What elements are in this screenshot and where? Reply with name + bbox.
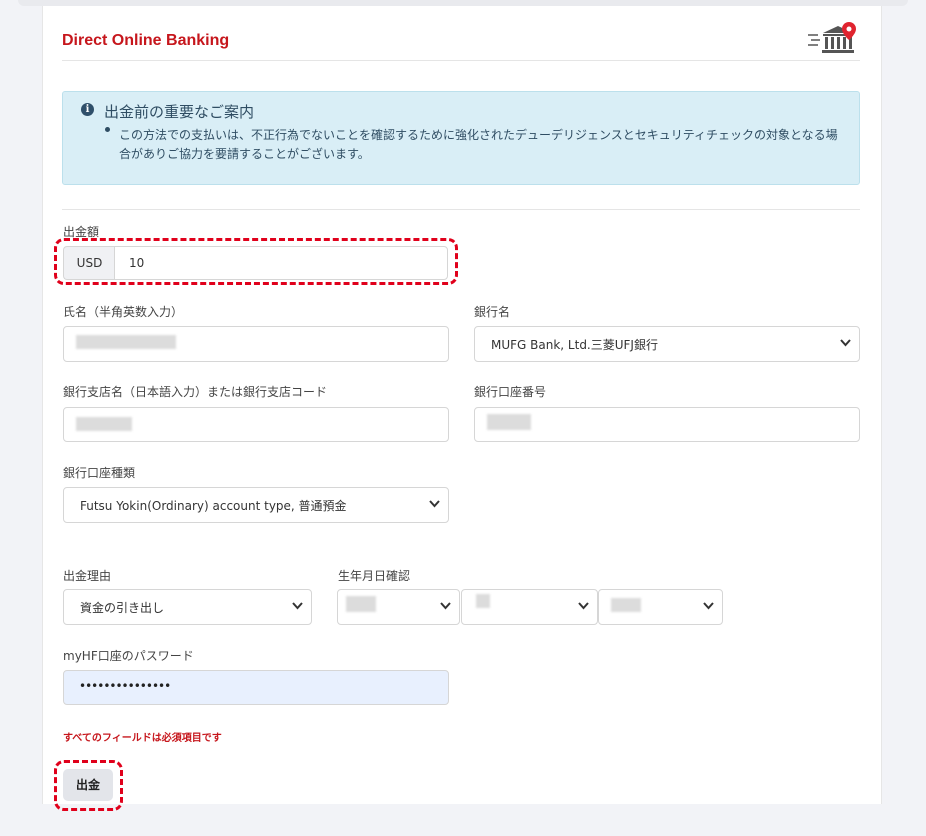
account-type-select[interactable]: Futsu Yokin(Ordinary) account type, 普通預金 [63,487,449,523]
required-note: すべてのフィールドは必須項目です [63,733,222,744]
chevron-down-icon [429,500,440,508]
submit-highlight [54,760,123,811]
name-label: 氏名（半角英数入力） [63,305,184,319]
reason-selected-value: 資金の引き出し [80,601,165,615]
page-title: Direct Online Banking [62,32,230,49]
chevron-down-icon [703,602,714,610]
info-icon: i [81,103,94,116]
redacted-birth-month [476,594,490,608]
name-input[interactable] [63,326,449,362]
bank-selected-value: MUFG Bank, Ltd.三菱UFJ銀行 [491,338,658,352]
chevron-down-icon [440,602,451,610]
branch-label: 銀行支店名（日本語入力）または銀行支店コード [63,385,328,399]
account-number-label: 銀行口座番号 [474,385,547,399]
chevron-down-icon [578,602,589,610]
birth-month-select[interactable] [461,589,598,625]
reason-select[interactable]: 資金の引き出し [63,589,312,625]
notice-box: i 出金前の重要なご案内 この方法での支払いは、不正行為でないことを確認するため… [62,91,860,185]
chevron-down-icon [292,602,303,610]
redacted-account-number [487,414,531,430]
notice-text: この方法での支払いは、不正行為でないことを確認するために強化されたデューデリジェ… [119,128,838,161]
birth-year-select[interactable] [337,589,460,625]
bank-label: 銀行名 [474,305,511,319]
account-type-label: 銀行口座種類 [63,466,136,480]
redacted-branch [76,417,132,431]
bullet-icon [105,127,110,132]
amount-highlight [54,238,458,285]
reason-label: 出金理由 [63,569,112,583]
chevron-down-icon [840,339,851,347]
bank-building-pin-icon [808,22,856,53]
password-label: myHF口座のパスワード [63,649,194,663]
redacted-birth-year [346,596,376,612]
birthdate-label: 生年月日確認 [338,569,411,583]
birth-day-select[interactable] [598,589,723,625]
password-input[interactable]: ••••••••••••••• [63,670,449,705]
notice-divider [62,209,860,210]
page-footer-area [0,804,926,836]
bank-select[interactable]: MUFG Bank, Ltd.三菱UFJ銀行 [474,326,860,362]
branch-input[interactable] [63,407,449,442]
redacted-birth-day [611,598,641,612]
account-type-selected-value: Futsu Yokin(Ordinary) account type, 普通預金 [80,499,347,513]
redacted-name [76,335,176,349]
header-divider [62,60,860,61]
account-number-input[interactable] [474,407,860,442]
notice-title: 出金前の重要なご案内 [104,103,255,121]
